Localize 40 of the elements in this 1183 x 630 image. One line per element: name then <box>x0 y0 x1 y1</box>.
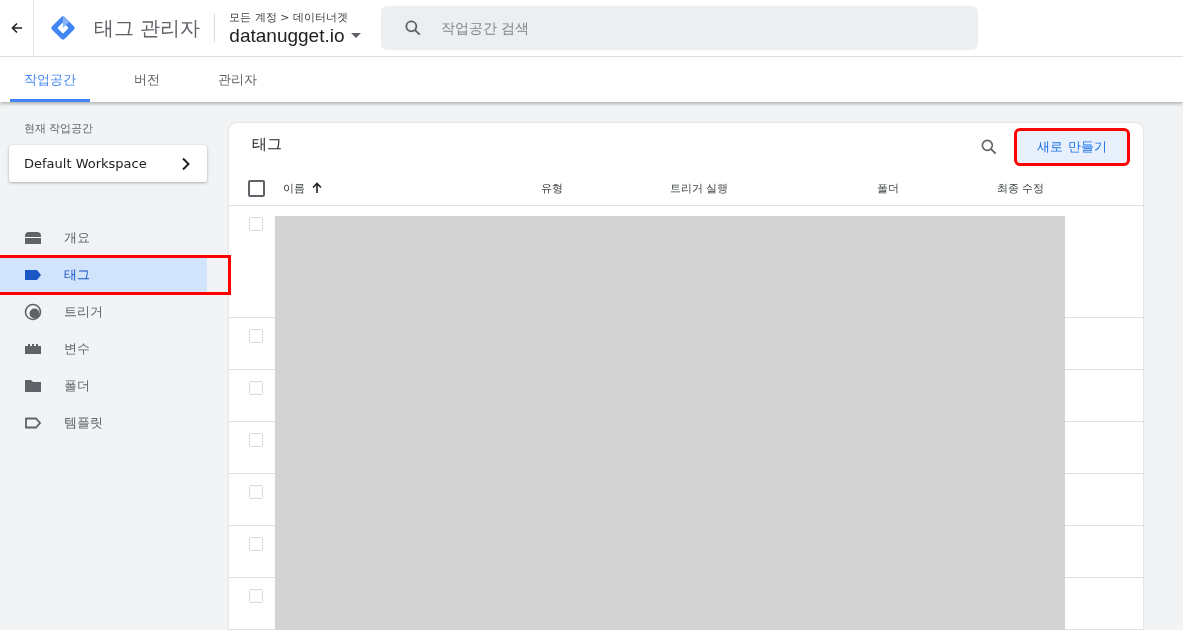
trigger-icon <box>24 303 42 321</box>
container-selector[interactable]: datanugget.io <box>229 24 361 47</box>
sidebar-item[interactable]: 트리거 <box>0 295 229 329</box>
app-title: 태그 관리자 <box>94 14 201 42</box>
sidebar-item[interactable]: 개요 <box>0 221 229 255</box>
select-all-checkbox[interactable] <box>247 179 265 197</box>
row-checkbox[interactable] <box>249 433 263 447</box>
sidebar-item[interactable]: 변수 <box>0 332 229 366</box>
nav-tab[interactable]: 버전 <box>120 57 174 102</box>
chevron-right-icon <box>181 156 191 171</box>
row-checkbox[interactable] <box>249 485 263 499</box>
column-header[interactable]: 트리거 실행 <box>670 180 877 196</box>
tag-icon <box>24 269 42 281</box>
sidebar-item[interactable]: 템플릿 <box>0 406 229 440</box>
card-title: 태그 <box>252 134 283 154</box>
new-button[interactable]: 새로 만들기 <box>1017 131 1127 164</box>
back-arrow-icon <box>10 22 23 34</box>
column-header[interactable]: 폴더 <box>877 180 997 196</box>
row-checkbox[interactable] <box>249 537 263 551</box>
column-header[interactable]: 최종 수정 <box>997 180 1045 196</box>
column-header[interactable]: 이름 <box>283 180 541 196</box>
workspace-label: 현재 작업공간 <box>24 122 95 136</box>
row-checkbox[interactable] <box>249 329 263 343</box>
sidebar-item[interactable]: 폴더 <box>0 369 229 403</box>
column-header[interactable]: 유형 <box>541 180 670 196</box>
drawer-icon <box>24 231 42 245</box>
row-checkbox[interactable] <box>249 217 263 231</box>
label-outline-icon <box>24 417 42 429</box>
sidebar-item[interactable]: 태그 <box>0 258 228 292</box>
search-field[interactable]: 작업공간 검색 <box>380 6 978 50</box>
blocks-icon <box>24 343 42 355</box>
sort-arrow-icon <box>311 182 323 195</box>
nav-tab[interactable]: 작업공간 <box>10 57 90 102</box>
nav-tab[interactable]: 관리자 <box>204 57 271 102</box>
row-checkbox[interactable] <box>249 589 263 603</box>
folder-icon <box>24 379 42 393</box>
workspace-selector[interactable]: Default Workspace <box>9 145 207 182</box>
dropdown-caret-icon <box>350 32 361 39</box>
row-checkbox[interactable] <box>249 381 263 395</box>
breadcrumb: 모든 계정 > 데이터너겟 <box>229 9 350 25</box>
